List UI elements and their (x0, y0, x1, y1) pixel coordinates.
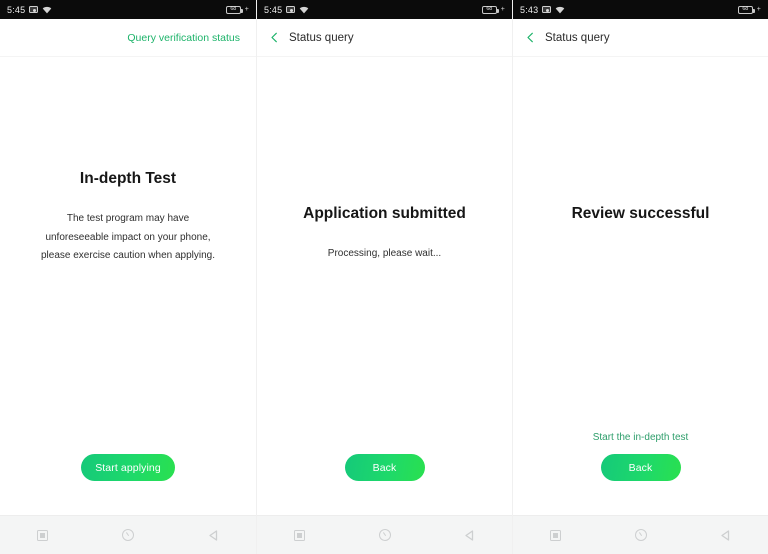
status-title: Application submitted (303, 205, 466, 222)
status-bar-left: 5:45 (7, 5, 52, 15)
phone-screen-in-depth-test: 5:45 68 + Query verification status In-d… (0, 0, 256, 554)
battery-level: 68 (742, 5, 749, 12)
status-bar-left: 5:45 (264, 5, 309, 15)
battery-icon: 68 (481, 5, 499, 14)
description-line: please exercise caution when applying. (41, 250, 215, 261)
nav-home-button[interactable] (111, 518, 145, 552)
nav-recents-button[interactable] (283, 518, 317, 552)
battery-charging-icon: + (500, 6, 505, 13)
wifi-icon (299, 6, 309, 14)
screenshot-triptych: 5:45 68 + Query verification status In-d… (0, 0, 768, 554)
camera-icon (286, 6, 296, 13)
page-title: Status query (289, 31, 354, 44)
battery-icon: 68 (737, 5, 755, 14)
back-button[interactable] (269, 32, 280, 43)
wifi-icon (42, 6, 52, 14)
battery-level: 68 (230, 5, 237, 12)
chevron-left-icon (271, 32, 277, 43)
screen-content: Application submitted Processing, please… (257, 57, 512, 515)
phone-screen-application-submitted: 5:45 68 + Status query Application submi… (256, 0, 512, 554)
battery-charging-icon: + (244, 6, 249, 13)
status-bar-clock: 5:43 (520, 4, 539, 15)
status-title: Review successful (571, 205, 710, 222)
screen-content: Review successful Start the in-depth tes… (513, 57, 768, 515)
status-bar-clock: 5:45 (7, 4, 26, 15)
back-action-button[interactable]: Back (600, 454, 681, 481)
nav-recents-button[interactable] (539, 518, 573, 552)
back-action-button[interactable]: Back (344, 454, 425, 481)
square-icon (550, 529, 561, 541)
page-title: In-depth Test (79, 170, 177, 187)
circle-icon (121, 529, 134, 541)
phone-screen-review-successful: 5:43 68 + Status query Review successful… (512, 0, 768, 554)
status-bar: 5:45 68 + (0, 0, 256, 19)
app-header: Status query (513, 19, 768, 57)
status-description: Processing, please wait... (327, 248, 442, 259)
page-title: Status query (545, 31, 610, 44)
system-navigation-bar (0, 515, 256, 554)
nav-back-button[interactable] (453, 518, 487, 552)
wifi-icon (555, 6, 565, 14)
square-icon (37, 529, 49, 541)
screen-content: In-depth Test The test program may have … (0, 57, 256, 515)
camera-icon (542, 6, 552, 13)
circle-icon (378, 529, 391, 541)
primary-action-area: Start applying (0, 454, 256, 481)
battery-charging-icon: + (756, 6, 761, 13)
camera-icon (29, 6, 39, 13)
description-line: The test program may have (66, 213, 190, 224)
start-in-depth-test-link[interactable]: Start the in-depth test (513, 432, 768, 443)
triangle-left-icon (721, 529, 730, 541)
back-button[interactable] (525, 32, 536, 43)
circle-icon (634, 529, 647, 541)
battery-icon: 68 (225, 5, 243, 14)
status-bar-clock: 5:45 (264, 4, 283, 15)
query-verification-status-link[interactable]: Query verification status (127, 32, 240, 44)
nav-back-button[interactable] (709, 518, 743, 552)
nav-back-button[interactable] (196, 518, 230, 552)
system-navigation-bar (257, 515, 512, 554)
primary-action-area: Back (513, 454, 768, 481)
status-bar-left: 5:43 (520, 5, 565, 15)
status-bar: 5:45 68 + (257, 0, 512, 19)
status-bar-right: 68 + (225, 5, 249, 14)
primary-action-area: Back (257, 454, 512, 481)
nav-home-button[interactable] (624, 518, 658, 552)
battery-level: 68 (486, 5, 493, 12)
triangle-left-icon (465, 529, 474, 541)
status-bar: 5:43 68 + (513, 0, 768, 19)
app-header: Query verification status (0, 19, 256, 57)
description-line: unforeseeable impact on your phone, (45, 231, 211, 243)
app-header: Status query (257, 19, 512, 57)
nav-home-button[interactable] (368, 518, 402, 552)
page-description: The test program may have unforeseeable … (0, 210, 256, 266)
triangle-left-icon (209, 529, 217, 541)
system-navigation-bar (513, 515, 768, 554)
start-applying-button[interactable]: Start applying (81, 454, 175, 481)
status-bar-right: 68 + (737, 5, 761, 14)
square-icon (294, 529, 305, 541)
chevron-left-icon (527, 32, 533, 43)
nav-recents-button[interactable] (26, 518, 60, 552)
status-bar-right: 68 + (481, 5, 505, 14)
